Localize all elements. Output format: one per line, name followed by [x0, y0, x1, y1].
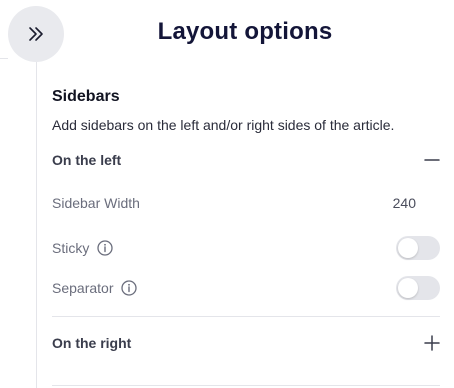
separator-info-icon[interactable]: [121, 280, 138, 296]
panel-top-border: [0, 58, 8, 59]
sidebar-width-value[interactable]: 240: [393, 195, 416, 211]
separator-toggle[interactable]: [396, 276, 440, 300]
sticky-info-icon[interactable]: [97, 240, 113, 256]
sticky-label: Sticky: [52, 240, 90, 256]
separator-row: Separator: [52, 275, 440, 301]
left-sidebar-group-header[interactable]: On the left: [52, 148, 440, 172]
sidebar-width-label: Sidebar Width: [52, 195, 140, 211]
minus-icon[interactable]: [424, 152, 440, 168]
left-sidebar-group-label: On the left: [52, 152, 122, 168]
panel-title: Layout options: [157, 18, 333, 45]
toggle-knob: [398, 238, 418, 258]
sidebars-section-description: Add sidebars on the left and/or right si…: [52, 117, 395, 133]
plus-icon[interactable]: [424, 335, 440, 351]
toggle-knob: [398, 278, 418, 298]
sidebar-width-row: Sidebar Width 240: [52, 190, 440, 216]
separator-label: Separator: [52, 280, 114, 296]
bottom-divider: [52, 385, 440, 386]
panel-left-border: [36, 58, 37, 388]
right-sidebar-group-header[interactable]: On the right: [52, 331, 440, 355]
sticky-row: Sticky: [52, 235, 440, 261]
right-sidebar-group-label: On the right: [52, 335, 132, 351]
sticky-toggle[interactable]: [396, 236, 440, 260]
sidebars-section-title: Sidebars: [52, 88, 120, 105]
group-divider: [52, 316, 440, 317]
